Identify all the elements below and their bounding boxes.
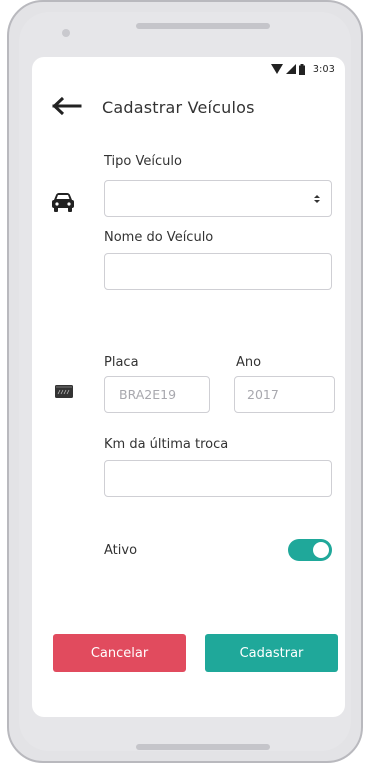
vehicle-type-select[interactable] (104, 180, 332, 217)
submit-button[interactable]: Cadastrar (205, 634, 338, 672)
signal-icon (285, 64, 296, 74)
speaker-grille (136, 23, 270, 29)
camera-icon (62, 29, 70, 37)
select-caret-icon (314, 195, 320, 203)
home-bar (136, 744, 270, 750)
plate-input[interactable] (104, 376, 210, 413)
km-label: Km da última troca (104, 437, 229, 452)
car-icon (52, 193, 74, 212)
cancel-button[interactable]: Cancelar (53, 634, 186, 672)
active-label: Ativo (104, 543, 138, 558)
year-input[interactable] (234, 376, 335, 413)
battery-icon (298, 63, 305, 75)
vehicle-name-label: Nome do Veículo (104, 230, 214, 245)
km-input[interactable] (104, 460, 332, 497)
vehicle-name-input[interactable] (104, 253, 332, 290)
page-title: Cadastrar Veículos (102, 98, 255, 117)
status-bar: 3:03 (270, 62, 335, 76)
app-screen: 3:03 Cadastrar Veículos Tipo Veículo Nom… (32, 57, 345, 717)
year-label: Ano (236, 355, 262, 370)
toggle-knob (313, 542, 329, 558)
active-toggle[interactable] (288, 539, 332, 561)
plate-icon (55, 385, 73, 398)
wifi-icon (270, 64, 283, 74)
back-arrow-icon[interactable] (52, 95, 82, 117)
plate-label: Placa (104, 355, 139, 370)
vehicle-type-label: Tipo Veículo (104, 154, 182, 169)
status-time: 3:03 (312, 63, 335, 75)
